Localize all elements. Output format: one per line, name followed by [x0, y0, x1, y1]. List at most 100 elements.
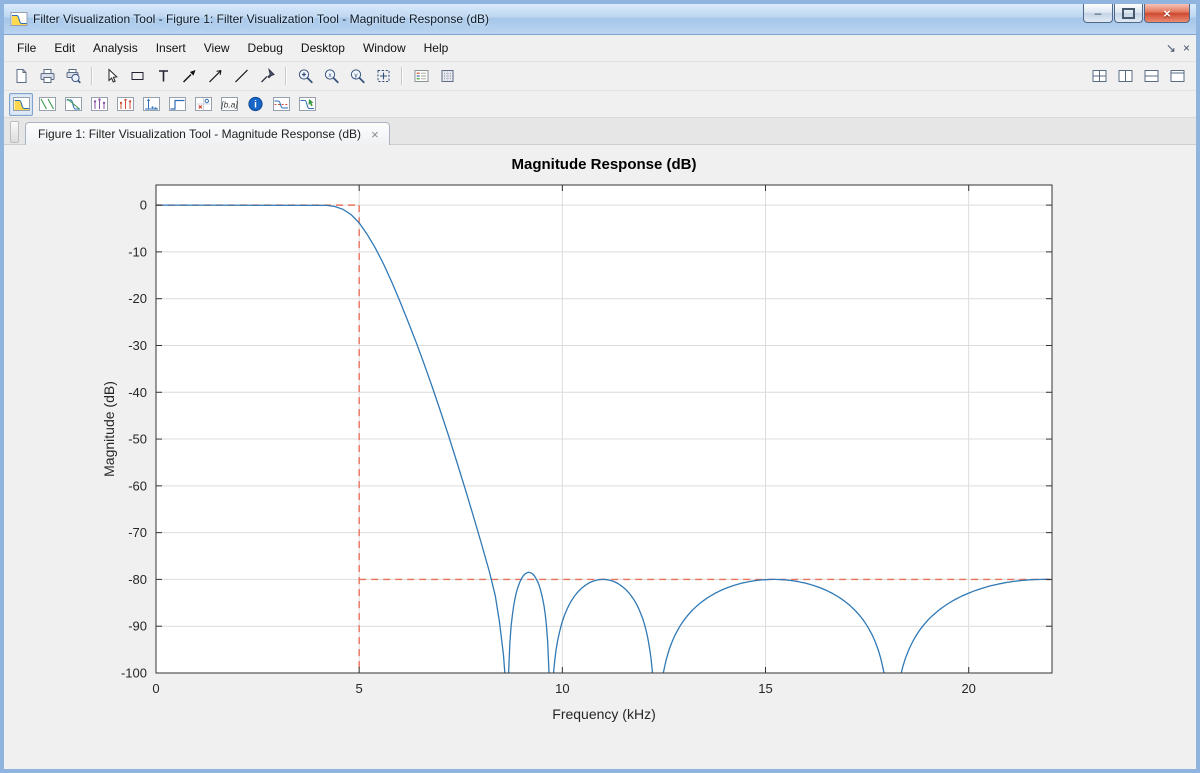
zoom-y-icon: y — [349, 68, 366, 84]
menu-help[interactable]: Help — [415, 37, 458, 59]
zoom-y-button[interactable]: y — [345, 65, 369, 88]
filter-coefficients-button[interactable]: [b,a] — [217, 93, 241, 116]
fit-view-button[interactable] — [371, 65, 395, 88]
y-tick-label: -20 — [128, 291, 147, 306]
tab-close-icon[interactable]: × — [371, 128, 379, 141]
y-tick-label: -10 — [128, 244, 147, 259]
layout-cols-button[interactable] — [1113, 65, 1137, 88]
magnitude-phase-response-button[interactable] — [61, 93, 85, 116]
open-arrow-tool-icon — [207, 68, 224, 84]
y-tick-label: -30 — [128, 338, 147, 353]
legend-icon — [413, 68, 430, 84]
design-mask-icon — [298, 96, 317, 112]
y-tick-label: -60 — [128, 478, 147, 493]
y-tick-label: -80 — [128, 572, 147, 587]
pole-zero-plot-button[interactable] — [191, 93, 215, 116]
filter-info-button[interactable]: i — [243, 93, 267, 116]
menu-file[interactable]: File — [8, 37, 45, 59]
maximize-button[interactable] — [1114, 4, 1143, 23]
menubar: File Edit Analysis Insert View Debug Desktop Wi… — [4, 35, 1196, 62]
tab-strip: Figure 1: Filter Visualization Tool - Ma… — [4, 118, 1196, 145]
y-tick-label: -90 — [128, 619, 147, 634]
layout-grid-button[interactable] — [1087, 65, 1111, 88]
plot-canvas[interactable] — [156, 185, 1052, 673]
edit-plot-pointer-button[interactable] — [99, 65, 123, 88]
edit-plot-pointer-icon — [103, 68, 120, 84]
rectangle-tool-button[interactable] — [125, 65, 149, 88]
x-tick-label: 15 — [758, 681, 772, 696]
plot-title: Magnitude Response (dB) — [511, 156, 696, 173]
phase-delay-button[interactable] — [113, 93, 137, 116]
new-file-button[interactable] — [9, 65, 33, 88]
line-tool-button[interactable] — [229, 65, 253, 88]
layout-rows-button[interactable] — [1139, 65, 1163, 88]
magnitude-response-button[interactable] — [9, 92, 33, 116]
zoom-x-icon: x — [323, 68, 340, 84]
close-button[interactable]: × — [1144, 4, 1190, 23]
colorbar-grid-button[interactable] — [435, 65, 459, 88]
x-tick-label: 0 — [152, 681, 159, 696]
impulse-response-icon — [142, 96, 161, 112]
arrow-tool-icon — [181, 68, 198, 84]
arrow-tool-button[interactable] — [177, 65, 201, 88]
group-delay-button[interactable] — [87, 93, 111, 116]
menu-edit[interactable]: Edit — [45, 37, 84, 59]
figure-toolbar: xy — [4, 62, 1196, 91]
colorbar-grid-icon — [439, 68, 456, 84]
pole-zero-plot-icon — [194, 96, 213, 112]
tab-figure1[interactable]: Figure 1: Filter Visualization Tool - Ma… — [25, 122, 390, 145]
menu-window[interactable]: Window — [354, 37, 415, 59]
new-file-icon — [13, 68, 30, 84]
phase-response-button[interactable] — [35, 93, 59, 116]
analysis-toolbar: [b,a] i — [4, 91, 1196, 118]
y-tick-label: 0 — [140, 198, 147, 213]
text-tool-button[interactable] — [151, 65, 175, 88]
impulse-response-button[interactable] — [139, 93, 163, 116]
line-tool-icon — [233, 68, 250, 84]
print-icon — [39, 68, 56, 84]
minimize-button[interactable]: – — [1083, 4, 1113, 23]
zoom-in-button[interactable] — [293, 65, 317, 88]
rectangle-tool-icon — [129, 68, 146, 84]
x-tick-label: 20 — [961, 681, 975, 696]
y-axis-label: Magnitude (dB) — [101, 381, 117, 477]
step-response-button[interactable] — [165, 93, 189, 116]
legend-button[interactable] — [409, 65, 433, 88]
menu-analysis[interactable]: Analysis — [84, 37, 147, 59]
step-response-icon — [168, 96, 187, 112]
fit-view-icon — [375, 68, 392, 84]
filter-info-icon: i — [247, 96, 264, 112]
close-figure-icon[interactable]: × — [1183, 41, 1190, 55]
zoom-in-icon — [297, 68, 314, 84]
design-mask-button[interactable] — [295, 93, 319, 116]
pin-tool-button[interactable] — [255, 65, 279, 88]
print-button[interactable] — [35, 65, 59, 88]
y-tick-label: -40 — [128, 385, 147, 400]
open-arrow-tool-button[interactable] — [203, 65, 227, 88]
layout-cols-icon — [1117, 68, 1134, 84]
menu-debug[interactable]: Debug — [239, 37, 292, 59]
close-icon: × — [1163, 5, 1171, 21]
x-axis-label: Frequency (kHz) — [552, 706, 655, 722]
layout-single-icon — [1169, 68, 1186, 84]
y-tick-label: -70 — [128, 525, 147, 540]
layout-single-button[interactable] — [1165, 65, 1189, 88]
menu-desktop[interactable]: Desktop — [292, 37, 354, 59]
menu-view[interactable]: View — [195, 37, 239, 59]
tabstrip-grip[interactable] — [10, 121, 19, 143]
phase-delay-icon — [116, 96, 135, 112]
magnitude-estimate-button[interactable] — [269, 93, 293, 116]
print-preview-button[interactable] — [61, 65, 85, 88]
app-window: Filter Visualization Tool - Figure 1: Fi… — [0, 0, 1200, 773]
minimize-icon: – — [1094, 6, 1102, 20]
toolbar-separator — [91, 67, 93, 85]
menu-insert[interactable]: Insert — [147, 37, 195, 59]
magnitude-phase-response-icon — [64, 96, 83, 112]
undock-figure-icon[interactable]: ↘ — [1166, 41, 1176, 55]
title-bar: Filter Visualization Tool - Figure 1: Fi… — [4, 4, 1196, 35]
window-controls: – × — [1082, 4, 1190, 23]
svg-text:i: i — [254, 100, 257, 111]
zoom-x-button[interactable]: x — [319, 65, 343, 88]
magnitude-response-icon — [12, 96, 31, 112]
group-delay-icon — [90, 96, 109, 112]
